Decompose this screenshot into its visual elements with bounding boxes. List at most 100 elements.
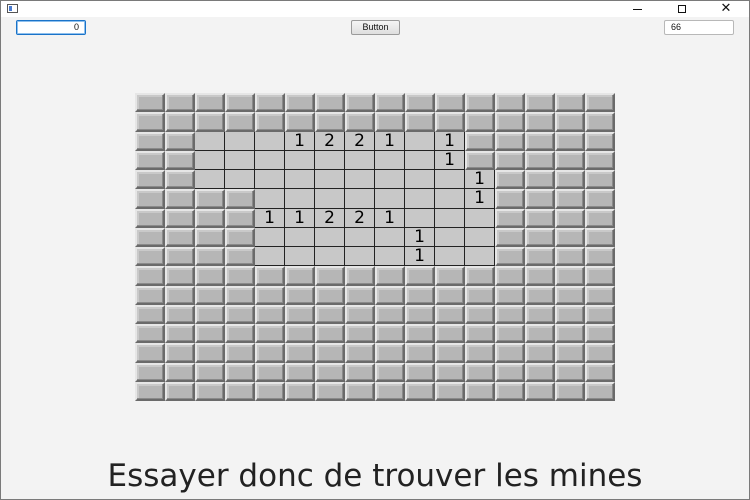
hidden-cell[interactable] [375,304,405,324]
revealed-cell-number[interactable]: 1 [405,247,435,267]
hidden-cell[interactable] [195,343,225,363]
revealed-cell[interactable] [345,150,375,170]
hidden-cell[interactable] [585,285,615,305]
revealed-cell[interactable] [285,150,315,170]
hidden-cell[interactable] [585,93,615,113]
hidden-cell[interactable] [495,381,525,401]
hidden-cell[interactable] [315,343,345,363]
revealed-cell-number[interactable]: 1 [285,208,315,228]
revealed-cell[interactable] [405,170,435,190]
hidden-cell[interactable] [375,285,405,305]
hidden-cell[interactable] [465,112,495,132]
hidden-cell[interactable] [465,131,495,151]
hidden-cell[interactable] [495,93,525,113]
revealed-cell[interactable] [315,227,345,247]
revealed-cell[interactable] [195,170,225,190]
hidden-cell[interactable] [375,324,405,344]
hidden-cell[interactable] [195,208,225,228]
hidden-cell[interactable] [165,112,195,132]
hidden-cell[interactable] [405,324,435,344]
hidden-cell[interactable] [435,324,465,344]
hidden-cell[interactable] [375,266,405,286]
revealed-cell[interactable] [345,227,375,247]
hidden-cell[interactable] [135,304,165,324]
hidden-cell[interactable] [195,227,225,247]
hidden-cell[interactable] [405,266,435,286]
hidden-cell[interactable] [585,304,615,324]
hidden-cell[interactable] [555,304,585,324]
hidden-cell[interactable] [435,93,465,113]
hidden-cell[interactable] [435,266,465,286]
hidden-cell[interactable] [165,150,195,170]
hidden-cell[interactable] [495,150,525,170]
hidden-cell[interactable] [255,324,285,344]
hidden-cell[interactable] [285,112,315,132]
hidden-cell[interactable] [135,285,165,305]
hidden-cell[interactable] [465,324,495,344]
hidden-cell[interactable] [165,170,195,190]
hidden-cell[interactable] [315,285,345,305]
hidden-cell[interactable] [135,208,165,228]
hidden-cell[interactable] [135,343,165,363]
hidden-cell[interactable] [195,381,225,401]
hidden-cell[interactable] [135,381,165,401]
revealed-cell[interactable] [375,227,405,247]
hidden-cell[interactable] [255,343,285,363]
revealed-cell[interactable] [255,227,285,247]
hidden-cell[interactable] [165,266,195,286]
minimize-button[interactable] [615,1,659,17]
hidden-cell[interactable] [165,208,195,228]
revealed-cell[interactable] [195,150,225,170]
hidden-cell[interactable] [465,304,495,324]
hidden-cell[interactable] [255,112,285,132]
hidden-cell[interactable] [165,131,195,151]
revealed-cell[interactable] [225,131,255,151]
hidden-cell[interactable] [435,362,465,382]
revealed-cell[interactable] [345,247,375,267]
revealed-cell-number[interactable]: 1 [255,208,285,228]
hidden-cell[interactable] [495,189,525,209]
mine-counter-field[interactable]: 0 [16,20,86,35]
hidden-cell[interactable] [555,362,585,382]
hidden-cell[interactable] [555,170,585,190]
hidden-cell[interactable] [225,227,255,247]
hidden-cell[interactable] [285,266,315,286]
hidden-cell[interactable] [555,93,585,113]
hidden-cell[interactable] [585,150,615,170]
hidden-cell[interactable] [555,266,585,286]
hidden-cell[interactable] [585,381,615,401]
hidden-cell[interactable] [225,266,255,286]
hidden-cell[interactable] [525,266,555,286]
hidden-cell[interactable] [525,170,555,190]
hidden-cell[interactable] [225,362,255,382]
hidden-cell[interactable] [555,343,585,363]
revealed-cell-number[interactable]: 2 [345,131,375,151]
hidden-cell[interactable] [405,304,435,324]
revealed-cell[interactable] [225,170,255,190]
hidden-cell[interactable] [225,247,255,267]
revealed-cell[interactable] [435,189,465,209]
hidden-cell[interactable] [315,381,345,401]
reset-button[interactable]: Button [351,20,400,35]
hidden-cell[interactable] [495,304,525,324]
hidden-cell[interactable] [255,285,285,305]
hidden-cell[interactable] [585,266,615,286]
hidden-cell[interactable] [585,227,615,247]
hidden-cell[interactable] [135,93,165,113]
hidden-cell[interactable] [345,304,375,324]
hidden-cell[interactable] [285,362,315,382]
revealed-cell-number[interactable]: 1 [465,189,495,209]
revealed-cell[interactable] [315,189,345,209]
revealed-cell[interactable] [315,170,345,190]
hidden-cell[interactable] [285,324,315,344]
hidden-cell[interactable] [405,112,435,132]
hidden-cell[interactable] [135,189,165,209]
hidden-cell[interactable] [525,112,555,132]
hidden-cell[interactable] [345,362,375,382]
hidden-cell[interactable] [165,247,195,267]
revealed-cell[interactable] [465,208,495,228]
hidden-cell[interactable] [195,266,225,286]
hidden-cell[interactable] [165,343,195,363]
revealed-cell[interactable] [225,150,255,170]
hidden-cell[interactable] [405,93,435,113]
